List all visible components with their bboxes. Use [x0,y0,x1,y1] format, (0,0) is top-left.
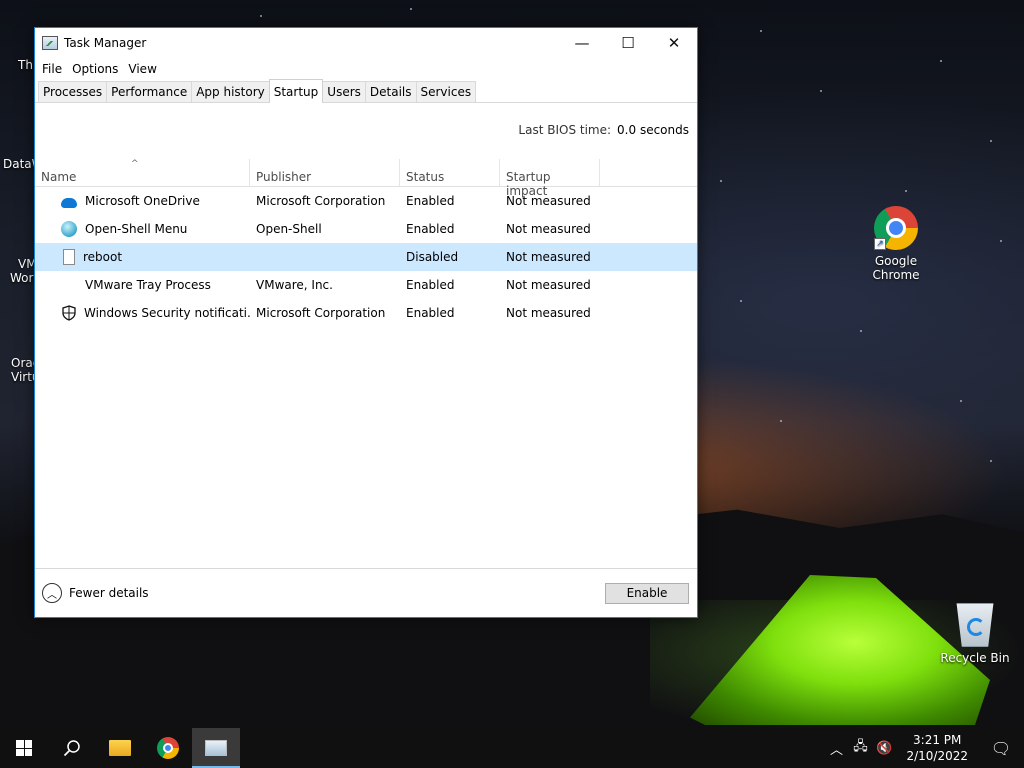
task-manager-icon [205,740,227,756]
recycle-symbol-icon [967,618,985,636]
row-impact: Not measured [506,222,591,236]
tab-services[interactable]: Services [415,81,477,102]
row-status: Enabled [406,222,455,236]
desktop-icon-label: Google Chrome [872,254,920,282]
row-name: Windows Security notificati... [84,306,250,320]
clock-date: 2/10/2022 [906,749,968,763]
bios-time: Last BIOS time: 0.0 seconds [518,123,689,137]
chevron-up-icon: ︿ [42,583,62,603]
table-row[interactable]: Windows Security notificati... Microsoft… [35,299,697,327]
row-status: Enabled [406,194,455,208]
row-status: Disabled [406,250,459,264]
desktop-icon-label: Recycle Bin [940,651,1010,665]
task-manager-window: Task Manager — ☐ ✕ File Options View Pro… [34,27,698,618]
start-button[interactable] [0,728,48,768]
tab-startup[interactable]: Startup [268,79,324,103]
tab-app-history[interactable]: App history [191,81,270,102]
taskbar-chrome[interactable] [144,728,192,768]
fewer-details-link[interactable]: ︿ Fewer details [42,583,149,603]
row-name: VMware Tray Process [85,278,211,292]
shield-icon [62,305,76,321]
row-publisher: VMware, Inc. [256,278,333,292]
onedrive-icon [61,197,77,208]
row-publisher: Open-Shell [256,222,322,236]
tab-strip: Processes Performance App history Startu… [35,79,697,103]
row-publisher: Microsoft Corporation [256,194,386,208]
startup-list: Microsoft OneDrive Microsoft Corporation… [35,187,697,327]
folder-icon [109,740,131,756]
column-header-label: Status [406,170,445,184]
row-impact: Not measured [506,194,591,208]
desktop-partial-label[interactable]: Worl [10,271,37,285]
desktop-partial-label[interactable]: Th [18,58,33,72]
sort-ascending-icon: ^ [131,159,139,169]
windows-logo-icon [16,740,32,756]
taskbar-file-explorer[interactable] [96,728,144,768]
row-status: Enabled [406,278,455,292]
bios-time-value: 0.0 seconds [617,123,689,137]
chrome-icon: ↗ [874,206,918,250]
column-header-publisher[interactable]: Publisher [250,159,400,187]
taskbar-task-manager[interactable] [192,728,240,768]
window-title: Task Manager [64,36,147,50]
network-icon[interactable]: 🖧 [848,737,872,759]
row-name: reboot [83,250,123,264]
title-bar[interactable]: Task Manager — ☐ ✕ [35,28,697,58]
system-tray: ︿ 🖧 🔇 3:21 PM 2/10/2022 🗨 [824,728,1024,768]
tab-details[interactable]: Details [364,81,417,102]
menu-file[interactable]: File [37,62,67,76]
menu-options[interactable]: Options [67,62,123,76]
table-row-selected[interactable]: reboot Disabled Not measured [35,243,697,271]
row-status: Enabled [406,306,455,320]
file-icon [63,249,75,265]
column-header-startup-impact[interactable]: Startup impact [500,159,600,198]
open-shell-icon [61,221,77,237]
taskbar: ︿ 🖧 🔇 3:21 PM 2/10/2022 🗨 [0,728,1024,768]
search-icon [63,740,80,757]
clock-time: 3:21 PM [913,733,962,747]
close-button[interactable]: ✕ [651,28,697,58]
tab-users[interactable]: Users [322,81,366,102]
desktop-icon-recycle-bin[interactable]: Recycle Bin [935,603,1015,665]
maximize-button[interactable]: ☐ [605,28,651,58]
notification-icon[interactable]: 🗨 [978,739,1024,758]
chrome-icon [157,737,179,759]
shortcut-arrow-icon: ↗ [874,238,886,250]
clock[interactable]: 3:21 PM 2/10/2022 [896,732,978,764]
table-row[interactable]: VMware Tray Process VMware, Inc. Enabled… [35,271,697,299]
table-row[interactable]: Microsoft OneDrive Microsoft Corporation… [35,187,697,215]
menu-bar: File Options View [35,58,697,80]
minimize-button[interactable]: — [559,28,605,58]
tab-processes[interactable]: Processes [38,81,108,102]
recycle-bin-icon [956,603,994,647]
search-button[interactable] [48,728,96,768]
column-header-name[interactable]: ^ Name [35,159,250,187]
column-header-label: Publisher [256,170,312,184]
bios-time-label: Last BIOS time: [518,123,612,137]
task-manager-icon [42,36,58,50]
volume-muted-icon[interactable]: 🔇 [872,741,896,756]
blank-icon [61,277,77,293]
chevron-up-icon[interactable]: ︿ [824,739,848,758]
desktop-icon-google-chrome[interactable]: ↗ Google Chrome [856,206,936,282]
tab-performance[interactable]: Performance [106,81,193,102]
footer-bar: ︿ Fewer details Enable [35,568,697,617]
row-name: Open-Shell Menu [85,222,188,236]
column-headers: ^ Name Publisher Status Startup impact [35,159,697,198]
fewer-details-label: Fewer details [69,586,149,600]
row-name: Microsoft OneDrive [85,194,200,208]
table-row[interactable]: Open-Shell Menu Open-Shell Enabled Not m… [35,215,697,243]
menu-view[interactable]: View [123,62,161,76]
row-impact: Not measured [506,278,591,292]
enable-button[interactable]: Enable [605,582,689,604]
column-header-status[interactable]: Status [400,159,500,187]
row-impact: Not measured [506,250,591,264]
row-publisher: Microsoft Corporation [256,306,386,320]
column-header-label: Name [41,170,77,184]
row-impact: Not measured [506,306,591,320]
